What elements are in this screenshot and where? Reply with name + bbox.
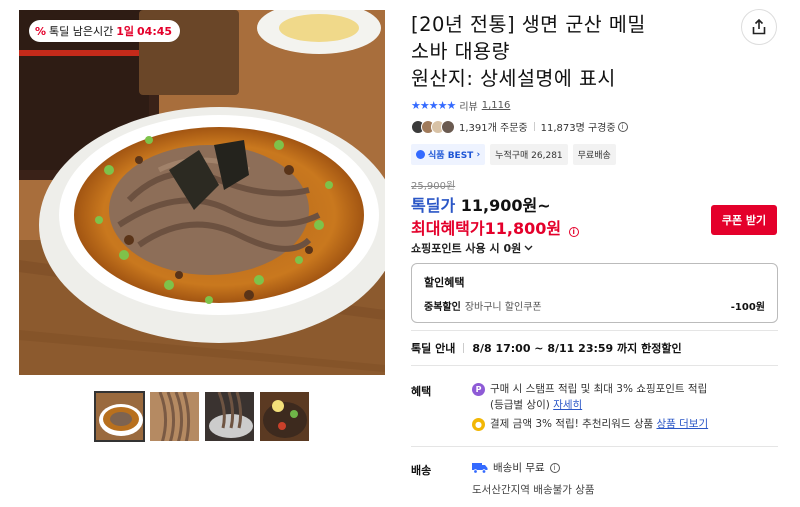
deal-timer-badge: % 톡딜 남은시간 1일 04:45 <box>29 20 181 42</box>
review-count-link[interactable]: 1,116 <box>482 100 511 111</box>
buyers-row: 1,391개 주문중 11,873명 구경중 i <box>411 119 628 134</box>
main-product-image: % 톡딜 남은시간 1일 04:45 <box>19 10 385 375</box>
chevron-down-icon <box>524 245 533 251</box>
discount-row-label: 중복할인 <box>424 302 461 313</box>
deal-price-label: 톡딜가 <box>411 196 456 215</box>
cumulative-purchase-tag: 누적구매 26,281 <box>490 144 568 165</box>
original-price: 25,900원 <box>411 181 456 192</box>
share-button[interactable] <box>741 9 777 45</box>
points-label: 쇼핑포인트 사용 시 0원 <box>411 242 522 255</box>
divider <box>411 446 778 447</box>
benefit-reward: ● 결제 금액 3% 적립! 추천리워드 상품 상품 더보기 <box>472 416 708 432</box>
free-shipping-tag: 무료배송 <box>572 144 616 165</box>
product-title-line-1: [20년 전통] 생면 군산 메밀 <box>411 13 646 36</box>
shipping-note: 도서산간지역 배송불가 상품 <box>472 484 595 496</box>
benefit-line-1b: (등급별 상이) <box>490 399 550 411</box>
discount-row-amount: -100원 <box>730 302 765 313</box>
truck-icon <box>472 462 488 474</box>
deal-guide-label: 톡딜 안내 <box>411 342 456 355</box>
benefit-line-1: 구매 시 스탬프 적립 및 최대 3% 쇼핑포인트 적립 <box>490 383 708 395</box>
divider <box>463 343 465 353</box>
discount-row: 중복할인 장바구니 할인쿠폰 -100원 <box>424 298 765 313</box>
shipping-fee-row: 배송비 무료 i <box>472 460 560 475</box>
info-icon[interactable]: i <box>568 227 579 237</box>
best-badge-icon <box>416 150 425 159</box>
thumbnail-4[interactable] <box>259 391 310 442</box>
benefit-line-2: 결제 금액 3% 적립! 추천리워드 상품 <box>490 418 654 430</box>
discount-benefits-box: 할인혜택 중복할인 장바구니 할인쿠폰 -100원 <box>411 263 778 323</box>
deal-guide: 톡딜 안내 8/8 17:00 ~ 8/11 23:59 까지 한정할인 <box>411 340 682 356</box>
more-products-link[interactable]: 상품 더보기 <box>656 418 708 430</box>
benefit-section-label: 혜택 <box>411 385 432 398</box>
share-icon <box>752 19 766 35</box>
reward-coin-icon: ● <box>472 418 485 431</box>
thumbnail-1[interactable] <box>94 391 145 442</box>
deal-guide-value: 8/8 17:00 ~ 8/11 23:59 까지 한정할인 <box>472 342 682 355</box>
thumbnail-strip <box>94 391 310 442</box>
divider <box>411 365 778 366</box>
product-title-line-3: 원산지: 상세설명에 표시 <box>411 67 616 90</box>
max-benefit-price: 최대혜택가11,800원 i <box>411 215 579 239</box>
benefit-stamp-points: P 구매 시 스탬프 적립 및 최대 3% 쇼핑포인트 적립 (등급별 상이) … <box>472 381 707 413</box>
max-price-value: 11,800원 <box>484 219 562 238</box>
star-rating-icon: ★★★★★ <box>411 99 456 112</box>
thumbnail-3[interactable] <box>204 391 255 442</box>
best-tag[interactable]: 식품 BEST › <box>411 144 486 165</box>
details-link[interactable]: 자세히 <box>553 399 582 411</box>
best-tag-label: 식품 BEST <box>428 151 474 161</box>
timer-time: 04:45 <box>137 24 173 38</box>
delivery-section-label: 배송 <box>411 464 432 477</box>
deal-price-value: 11,900원~ <box>460 196 551 215</box>
buyer-avatars <box>411 119 455 134</box>
info-icon[interactable]: i <box>617 121 628 132</box>
point-coin-icon: P <box>472 383 485 396</box>
product-title: [20년 전통] 생면 군산 메밀 소바 대용량 원산지: 상세설명에 표시 <box>411 11 711 92</box>
max-price-label: 최대혜택가 <box>411 219 485 238</box>
timer-label: 톡딜 남은시간 <box>49 25 114 38</box>
discount-heading: 할인혜택 <box>424 276 465 289</box>
percent-icon: % <box>35 24 47 38</box>
info-icon[interactable]: i <box>549 462 560 473</box>
divider <box>533 122 535 131</box>
deal-price: 톡딜가 11,900원~ <box>411 192 551 216</box>
watchers-count: 11,873명 구경중 <box>540 123 616 134</box>
shipping-fee: 배송비 무료 <box>493 462 545 474</box>
discount-row-sub: 장바구니 할인쿠폰 <box>464 302 542 313</box>
coupon-button[interactable]: 쿠폰 받기 <box>711 205 777 235</box>
timer-days: 1일 <box>116 25 135 38</box>
divider <box>411 330 778 331</box>
shopping-points-toggle[interactable]: 쇼핑포인트 사용 시 0원 <box>411 240 533 256</box>
tags-row: 식품 BEST › 누적구매 26,281 무료배송 <box>411 144 616 165</box>
avatar <box>441 119 455 134</box>
chevron-right-icon: › <box>473 149 481 160</box>
rating-row: ★★★★★ 리뷰 1,116 <box>411 98 510 113</box>
review-label: 리뷰 <box>459 102 478 113</box>
orders-count: 1,391개 주문중 <box>459 123 528 134</box>
thumbnail-2[interactable] <box>149 391 200 442</box>
product-title-line-2: 소바 대용량 <box>411 40 510 63</box>
